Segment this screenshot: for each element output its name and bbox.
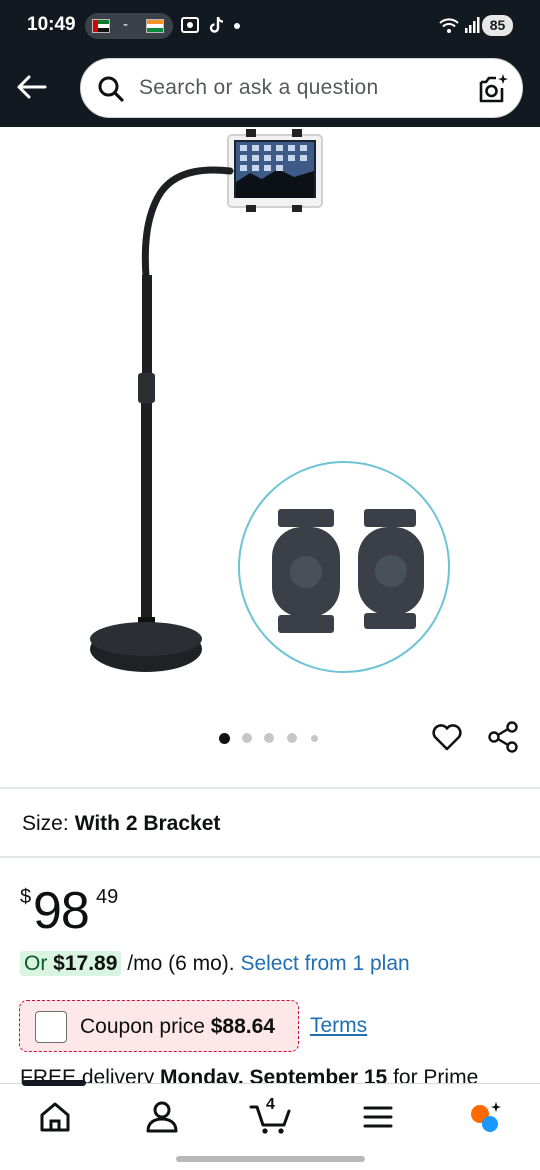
installment-suffix: /mo (6 mo). bbox=[121, 952, 241, 975]
flag-india-icon bbox=[146, 19, 164, 33]
gallery-pagination[interactable] bbox=[219, 731, 329, 745]
coupon-amount: $88.64 bbox=[210, 1015, 275, 1038]
product-image-gallery[interactable] bbox=[0, 127, 540, 717]
gallery-dot-active[interactable] bbox=[219, 733, 230, 744]
installment-highlight: Or $17.89 bbox=[20, 951, 122, 976]
size-selector[interactable]: Size: With 2 Bracket bbox=[22, 812, 220, 836]
notification-pill: - bbox=[85, 13, 173, 39]
coupon-box[interactable]: Coupon price $88.64 bbox=[19, 1000, 299, 1052]
camera-search-icon[interactable] bbox=[476, 72, 510, 106]
search-bar[interactable]: Search or ask a question bbox=[80, 58, 523, 118]
cart-count-badge: 4 bbox=[266, 1096, 275, 1113]
flag-uae-icon bbox=[92, 19, 110, 33]
battery-level: 85 bbox=[482, 15, 513, 36]
wishlist-heart-icon[interactable] bbox=[430, 720, 464, 754]
divider bbox=[0, 787, 540, 789]
home-icon[interactable] bbox=[35, 1098, 75, 1136]
gallery-dot[interactable] bbox=[287, 733, 297, 743]
installment-amount: $17.89 bbox=[53, 952, 118, 975]
gallery-dot[interactable] bbox=[264, 733, 274, 743]
gallery-dot[interactable] bbox=[311, 735, 318, 742]
tab-indicator bbox=[22, 1080, 86, 1086]
menu-icon[interactable] bbox=[358, 1098, 398, 1136]
share-icon[interactable] bbox=[486, 720, 520, 754]
tiktok-icon bbox=[209, 16, 223, 33]
installment-offer: Or $17.89 /mo (6 mo). Select from 1 plan bbox=[20, 951, 410, 976]
dot-icon bbox=[234, 22, 241, 29]
pill-separator: - bbox=[123, 16, 128, 33]
network-icons bbox=[438, 16, 480, 37]
back-arrow-icon[interactable] bbox=[14, 69, 50, 105]
gallery-dot[interactable] bbox=[242, 733, 252, 743]
coupon-checkbox[interactable] bbox=[35, 1011, 67, 1043]
delivery-info: FREE delivery Monday, September 15 for P… bbox=[20, 1066, 520, 1083]
price-whole: 98 bbox=[33, 882, 90, 940]
search-icon bbox=[98, 76, 124, 102]
signal-icon bbox=[465, 17, 480, 33]
screenshot-icon bbox=[181, 16, 199, 33]
notification-icons bbox=[180, 14, 241, 34]
account-icon[interactable] bbox=[142, 1098, 182, 1136]
size-value: With 2 Bracket bbox=[74, 812, 221, 835]
coupon-terms-link[interactable]: Terms bbox=[310, 1014, 367, 1038]
wifi-icon bbox=[439, 18, 459, 33]
product-image[interactable] bbox=[0, 127, 540, 717]
coupon-label: Coupon price bbox=[80, 1015, 211, 1038]
status-time: 10:49 bbox=[27, 14, 76, 35]
price-currency: $ bbox=[20, 886, 32, 908]
delivery-date: Monday, September 15 bbox=[160, 1066, 388, 1083]
size-label: Size: bbox=[22, 812, 69, 835]
delivery-suffix: for Prime bbox=[387, 1066, 479, 1083]
price-fraction: 49 bbox=[96, 886, 119, 908]
select-plan-link[interactable]: Select from 1 plan bbox=[240, 952, 409, 975]
coupon-text: Coupon price $88.64 bbox=[80, 1015, 275, 1039]
installment-prefix: Or bbox=[24, 952, 54, 975]
divider bbox=[0, 856, 540, 858]
rufus-icon[interactable] bbox=[466, 1098, 506, 1136]
search-input[interactable]: Search or ask a question bbox=[139, 76, 379, 100]
status-bar: 10:49 - 85 bbox=[0, 0, 540, 52]
home-indicator[interactable] bbox=[176, 1156, 365, 1162]
top-bar: 10:49 - 85 Search or ask a question bbox=[0, 0, 540, 127]
